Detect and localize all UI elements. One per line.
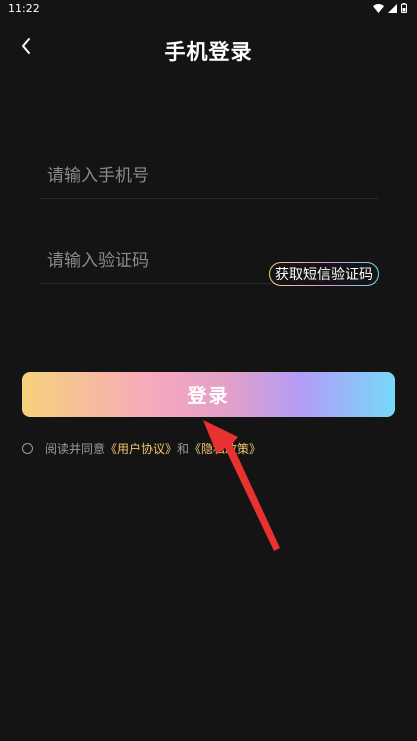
code-input[interactable] xyxy=(40,243,265,279)
agreement-and: 和 xyxy=(177,442,190,456)
status-time: 11:22 xyxy=(8,2,40,15)
status-bar: 11:22 xyxy=(0,0,417,18)
status-icons xyxy=(373,3,407,13)
privacy-policy-link[interactable]: 《隐私政策》 xyxy=(189,440,261,457)
signal-icon xyxy=(388,3,397,13)
phone-input[interactable] xyxy=(40,158,378,194)
page-title: 手机登录 xyxy=(164,40,253,64)
wifi-icon xyxy=(373,3,384,13)
battery-icon xyxy=(401,3,407,13)
agreement-prefix: 阅读并同意 xyxy=(45,442,106,456)
agree-radio[interactable] xyxy=(22,443,33,454)
user-agreement-link[interactable]: 《用户协议》 xyxy=(105,440,177,457)
agreement-row: 阅读并同意 《用户协议》 和 《隐私政策》 xyxy=(22,440,261,457)
code-input-row: 获取短信验证码 xyxy=(40,243,379,286)
login-button[interactable]: 登录 xyxy=(22,372,395,417)
get-code-button[interactable]: 获取短信验证码 xyxy=(269,262,379,286)
phone-input-row xyxy=(40,158,378,199)
annotation-arrow-overlay xyxy=(203,420,280,551)
